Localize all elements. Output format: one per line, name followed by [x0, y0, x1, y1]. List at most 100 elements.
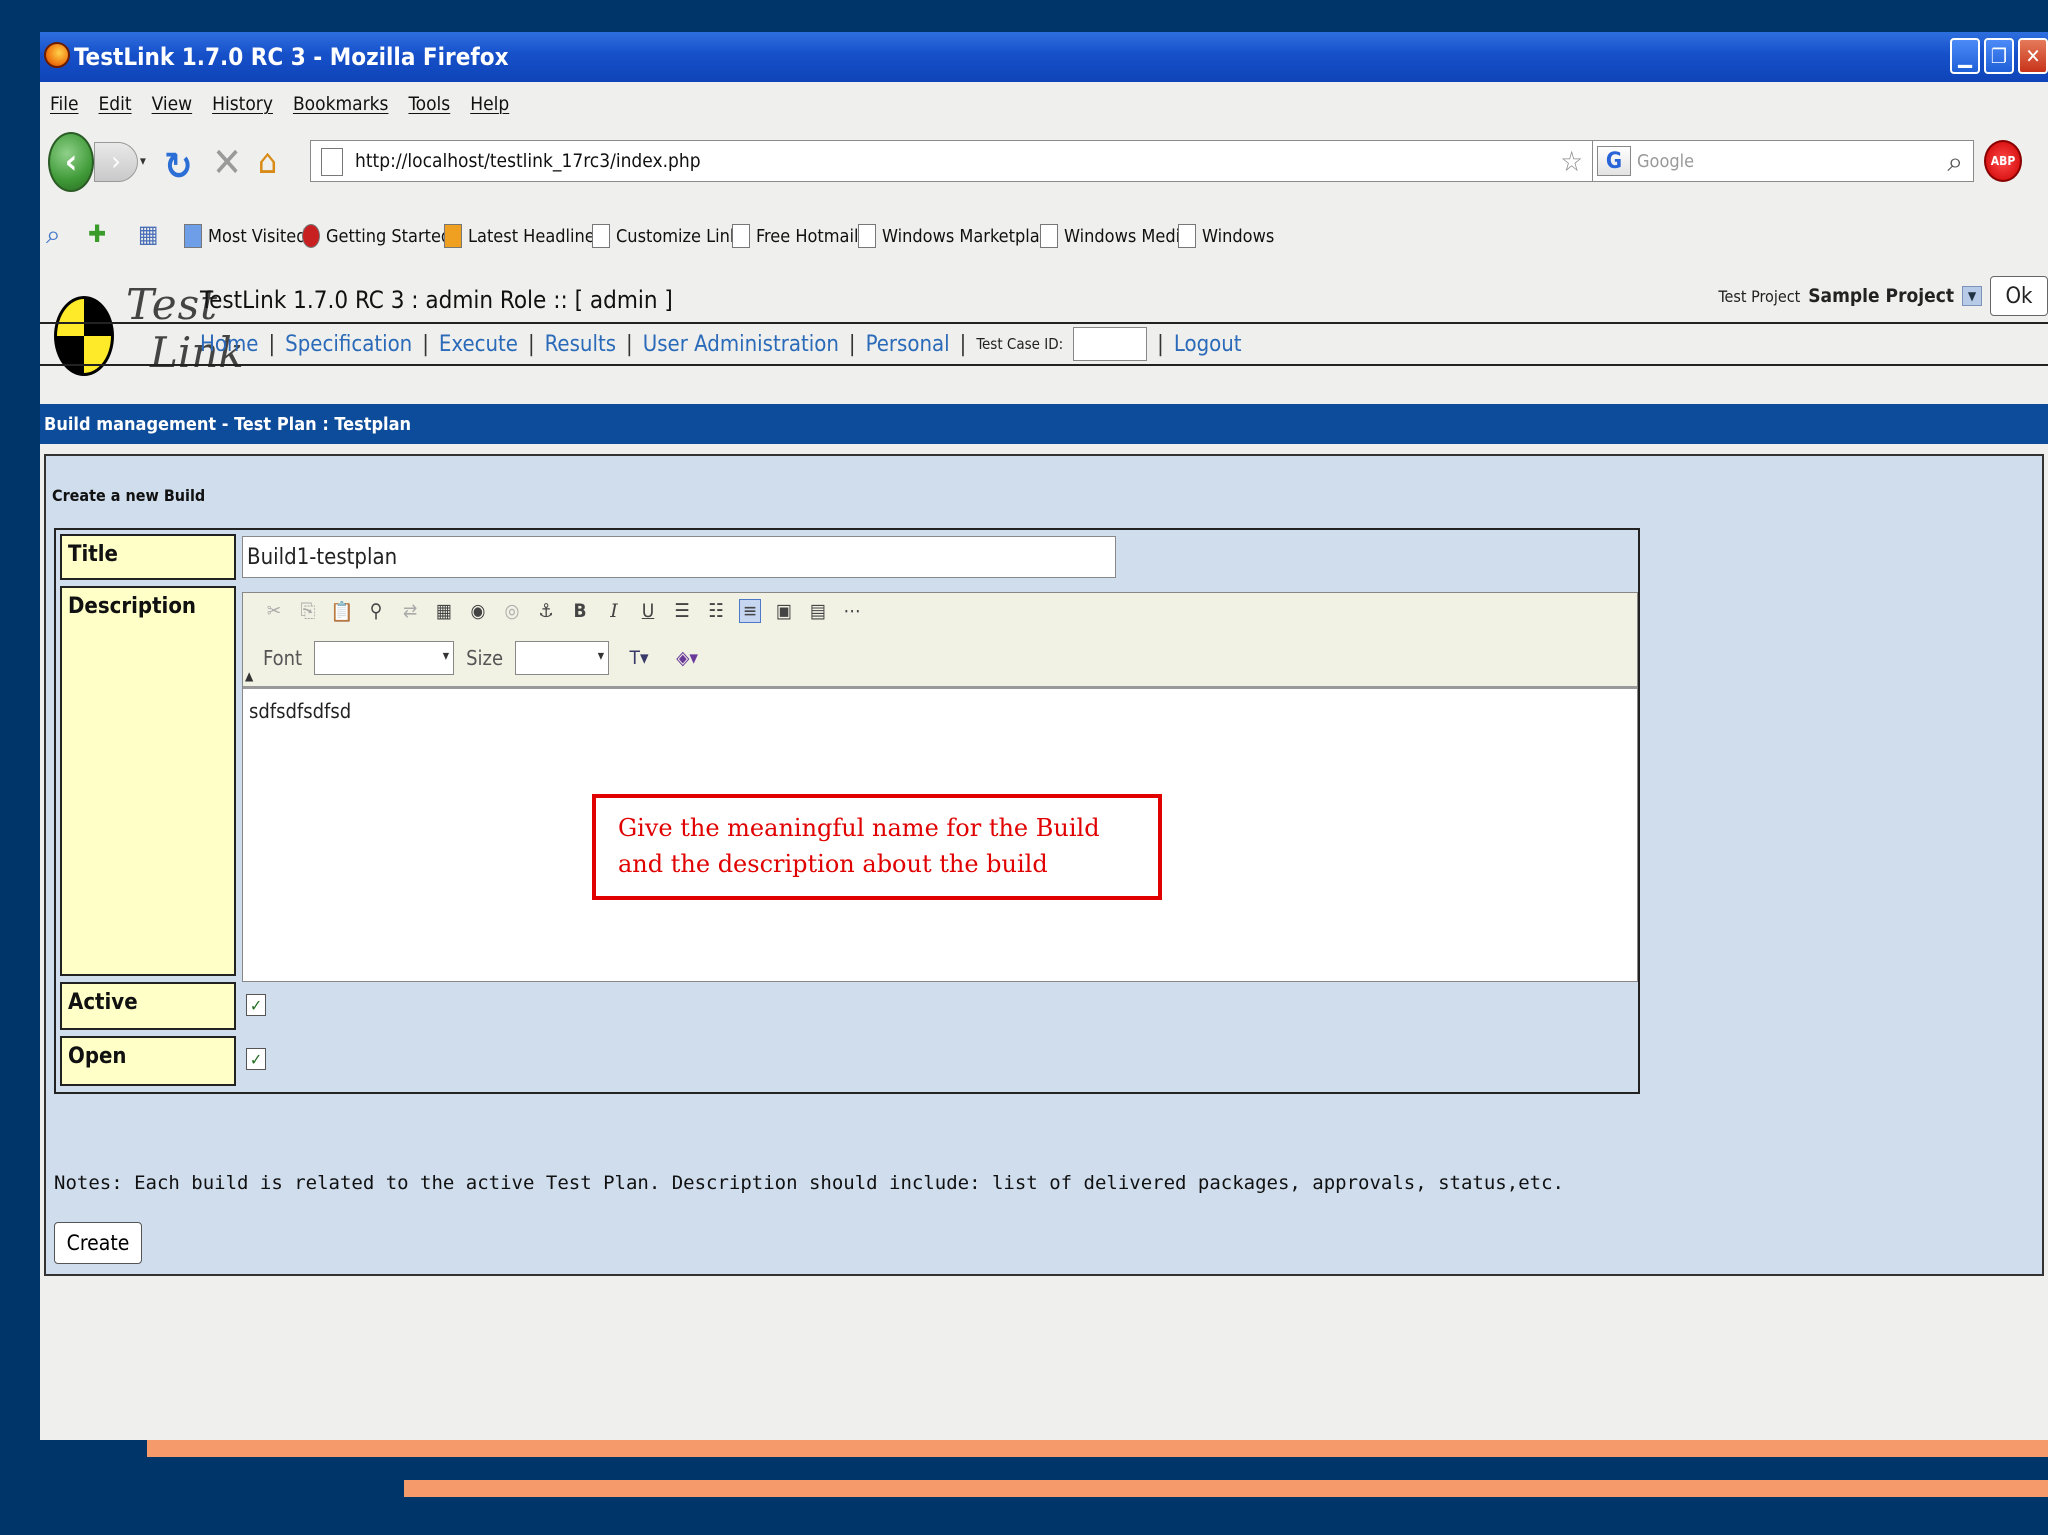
page-icon	[858, 224, 876, 248]
nav-specification[interactable]: Specification	[285, 332, 412, 357]
url-text: http://localhost/testlink_17rc3/index.ph…	[355, 150, 701, 172]
url-bar[interactable]: http://localhost/testlink_17rc3/index.ph…	[310, 140, 1618, 182]
text-color-icon[interactable]: T▾	[621, 646, 657, 670]
search-icon[interactable]: ⌕	[1947, 145, 1963, 179]
menu-file[interactable]: File	[50, 93, 78, 115]
menu-view[interactable]: View	[152, 93, 193, 115]
firefox-bookmark-icon	[302, 224, 320, 248]
menu-tools[interactable]: Tools	[408, 93, 450, 115]
font-label: Font	[263, 646, 303, 670]
nav-separator: |	[959, 331, 967, 357]
menu-bookmarks[interactable]: Bookmarks	[293, 93, 389, 115]
anchor-icon[interactable]: ⚓	[535, 599, 557, 623]
nav-home[interactable]: Home	[200, 332, 258, 357]
unlink-icon[interactable]: ◎	[501, 599, 523, 623]
project-select[interactable]: Sample Project	[1808, 285, 1954, 307]
title-input[interactable]: Build1-testplan	[242, 536, 1116, 578]
search-engine-icon[interactable]: G	[1597, 146, 1631, 176]
bookmark-free-hotmail[interactable]: Free Hotmail	[732, 224, 858, 248]
horizontal-rule-icon[interactable]: ⋯	[841, 599, 863, 623]
copy-icon[interactable]: ⎘	[297, 599, 319, 623]
nav-user-administration[interactable]: User Administration	[643, 332, 839, 357]
menu-help[interactable]: Help	[470, 93, 509, 115]
table-icon[interactable]: ▤	[807, 599, 829, 623]
bookmark-star-icon[interactable]: ☆	[1560, 145, 1583, 178]
notes-text: Notes: Each build is related to the acti…	[54, 1172, 1564, 1194]
background-color-icon[interactable]: ◈▾	[669, 646, 705, 670]
numbered-list-icon[interactable]: ☰	[671, 599, 693, 623]
bookmark-windows[interactable]: Windows	[1178, 224, 1274, 248]
test-case-id-label: Test Case ID:	[976, 335, 1064, 353]
home-icon[interactable]: ⌂	[258, 142, 277, 182]
editor-content: sdfsdfsdfsd	[249, 699, 352, 723]
bookmark-windows-media[interactable]: Windows Media	[1040, 224, 1190, 248]
restore-button[interactable]: ❐	[1984, 38, 2014, 74]
bookmark-label: Most Visited	[208, 225, 307, 247]
bookmark-label: Windows Marketplace	[882, 225, 1059, 247]
project-label: Test Project	[1718, 286, 1801, 306]
italic-icon[interactable]: I	[603, 599, 625, 623]
nav-separator: |	[422, 331, 429, 357]
minimize-button[interactable]: ▁	[1950, 38, 1980, 74]
paste-icon[interactable]: 📋	[330, 599, 354, 623]
add-bookmark-icon[interactable]: ✚	[88, 220, 118, 250]
bookmarks-toolbar: ⌕ ✚ ▦ Most Visited Getting Started Lates…	[40, 200, 2048, 270]
description-label: Description	[60, 586, 236, 976]
replace-icon[interactable]: ⇄	[399, 599, 421, 623]
title-bar: TestLink 1.7.0 RC 3 - Mozilla Firefox ▁ …	[40, 32, 2048, 82]
search-box[interactable]: G Google ⌕	[1592, 140, 1974, 182]
bookmark-customize-links[interactable]: Customize Links	[592, 224, 748, 248]
back-button[interactable]: ‹	[48, 132, 94, 192]
nav-personal[interactable]: Personal	[866, 332, 950, 357]
nav-separator: |	[848, 331, 856, 357]
toolbar-row-2: Font Size T▾ ◈▾	[263, 641, 705, 675]
testlink-nav: Home | Specification | Execute | Results | U…	[40, 322, 2048, 366]
history-dropdown-icon[interactable]: ▾	[140, 154, 146, 169]
link-icon[interactable]: ◉	[467, 599, 489, 623]
open-checkbox[interactable]: ✓	[246, 1048, 266, 1070]
create-button[interactable]: Create	[54, 1222, 142, 1264]
bold-icon[interactable]: B	[569, 599, 591, 623]
reload-icon[interactable]: ↻	[164, 144, 193, 188]
align-left-icon[interactable]: ≡	[739, 599, 761, 623]
image-icon[interactable]: ▣	[773, 599, 795, 623]
menu-edit[interactable]: Edit	[98, 93, 131, 115]
bulleted-list-icon[interactable]: ☷	[705, 599, 727, 623]
collapse-toolbar-icon[interactable]: ▲	[245, 669, 253, 683]
nav-logout[interactable]: Logout	[1174, 332, 1242, 357]
calendar-icon[interactable]: ▦	[138, 220, 168, 250]
ok-button[interactable]: Ok	[1990, 276, 2048, 316]
menu-history[interactable]: History	[212, 93, 273, 115]
test-case-id-input[interactable]	[1073, 327, 1148, 361]
active-checkbox[interactable]: ✓	[246, 994, 266, 1016]
underline-icon[interactable]: U	[637, 599, 659, 623]
chevron-down-icon[interactable]: ▼	[1962, 286, 1982, 306]
nav-results[interactable]: Results	[545, 332, 616, 357]
select-all-icon[interactable]: ▦	[433, 599, 455, 623]
section-title: Create a new Build	[52, 486, 206, 505]
bookmark-latest-headlines[interactable]: Latest Headlines	[444, 224, 603, 248]
page-icon	[321, 148, 343, 176]
search-tool-icon[interactable]: ⌕	[46, 220, 76, 250]
nav-separator: |	[268, 331, 276, 357]
find-icon[interactable]: ⚲	[365, 599, 387, 623]
decorative-stripe	[147, 1440, 2048, 1457]
stop-icon[interactable]: ✕	[212, 140, 242, 186]
adblock-icon[interactable]: ABP	[1984, 140, 2022, 182]
nav-execute[interactable]: Execute	[439, 332, 518, 357]
nav-separator: |	[626, 331, 633, 357]
bookmark-windows-marketplace[interactable]: Windows Marketplace	[858, 224, 1059, 248]
bookmark-label: Windows	[1202, 225, 1275, 247]
bookmark-getting-started[interactable]: Getting Started	[302, 224, 451, 248]
description-editor[interactable]: ✂ ⎘ 📋 ⚲ ⇄ ▦ ◉ ◎ ⚓ B I U ☰ ☷ ≡ ▣ ▤ ⋯ Font…	[242, 592, 1638, 982]
forward-button[interactable]: ›	[94, 142, 138, 182]
bookmark-most-visited[interactable]: Most Visited	[184, 224, 307, 248]
close-button[interactable]: ✕	[2018, 38, 2048, 74]
font-select[interactable]	[314, 641, 455, 675]
instruction-callout: Give the meaningful name for the Build a…	[592, 794, 1162, 900]
cut-icon[interactable]: ✂	[263, 599, 285, 623]
navigation-toolbar: ‹ › ▾ ↻ ✕ ⌂ http://localhost/testlink_17…	[40, 126, 2048, 198]
toolbar-row-1: ✂ ⎘ 📋 ⚲ ⇄ ▦ ◉ ◎ ⚓ B I U ☰ ☷ ≡ ▣ ▤ ⋯	[263, 599, 863, 623]
rss-icon	[444, 224, 462, 248]
size-select[interactable]	[515, 641, 610, 675]
